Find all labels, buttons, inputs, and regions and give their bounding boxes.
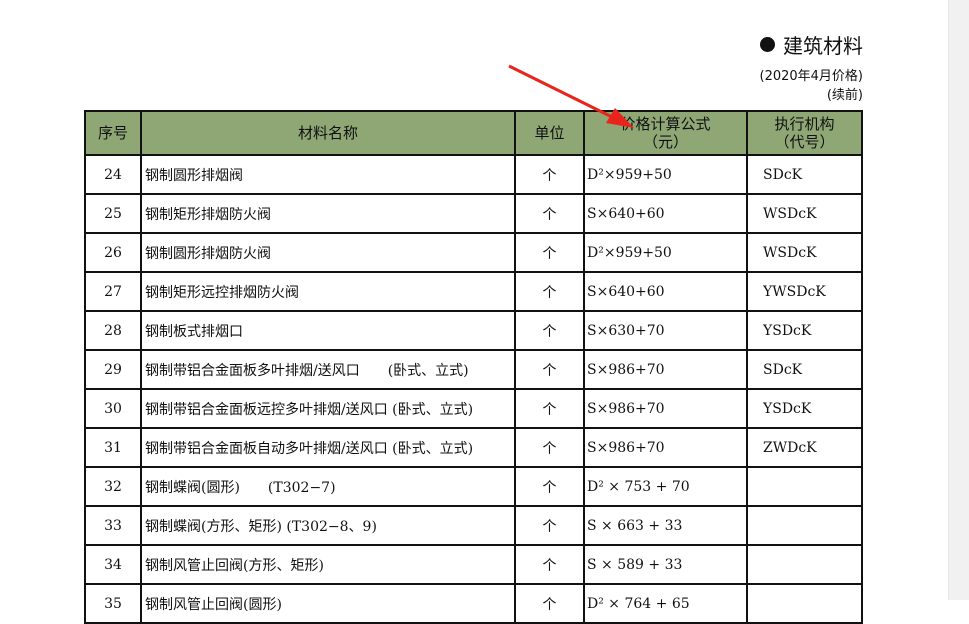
table-row: 24 钢制圆形排烟阀个 D²×959+50 SDcK	[84, 154, 863, 195]
cell-no: 32	[84, 466, 142, 507]
cell-formula: D² × 753 + 70	[583, 466, 748, 507]
cell-name: 钢制蝶阀(方形、矩形) (T302−8、9)	[140, 505, 516, 546]
cell-name: 钢制圆形排烟防火阀	[140, 232, 516, 273]
table-row: 27 钢制矩形远控排烟防火阀个 S×640+60 YWSDcK	[84, 271, 863, 312]
cell-code	[746, 583, 863, 624]
price-date-note: (2020年4月价格)	[759, 69, 864, 84]
cell-code: SDcK	[746, 349, 863, 390]
cell-formula: S × 589 + 33	[583, 544, 748, 585]
cell-no: 24	[84, 154, 142, 195]
cell-name: 钢制带铝合金面板远控多叶排烟/送风口 (卧式、立式)	[140, 388, 516, 429]
cell-code: WSDcK	[746, 232, 863, 273]
cell-unit: 个	[514, 583, 585, 624]
cell-formula: D²×959+50	[583, 232, 748, 273]
cell-name: 钢制板式排烟口	[140, 310, 516, 351]
cell-formula: S×630+70	[583, 310, 748, 351]
cell-unit: 个	[514, 232, 585, 273]
cell-unit: 个	[514, 154, 585, 195]
cell-name: 钢制带铝合金面板多叶排烟/送风口 (卧式、立式)	[140, 349, 516, 390]
table-row: 33 钢制蝶阀(方形、矩形) (T302−8、9) 个 S × 663 + 33	[84, 505, 863, 546]
table-row: 30 钢制带铝合金面板远控多叶排烟/送风口 (卧式、立式) 个 S×986+70 YSD…	[84, 388, 863, 429]
cell-code	[746, 505, 863, 546]
table-row: 32 钢制蝶阀(圆形) (T302−7) 个 D² × 753 + 70	[84, 466, 863, 507]
table-row: 26 钢制圆形排烟防火阀个 D²×959+50 WSDcK	[84, 232, 863, 273]
cell-unit: 个	[514, 193, 585, 234]
cell-formula: S×986+70	[583, 427, 748, 468]
cell-unit: 个	[514, 310, 585, 351]
table-row: 25 钢制矩形排烟防火阀个 S×640+60 WSDcK	[84, 193, 863, 234]
cell-unit: 个	[514, 349, 585, 390]
cell-name: 钢制圆形排烟阀	[140, 154, 516, 195]
cell-code: WSDcK	[746, 193, 863, 234]
cell-unit: 个	[514, 388, 585, 429]
table-row: 28 钢制板式排烟口个 S×630+70 YSDcK	[84, 310, 863, 351]
cell-name: 钢制风管止回阀(方形、矩形)	[140, 544, 516, 585]
cell-no: 34	[84, 544, 142, 585]
cell-formula: D²×959+50	[583, 154, 748, 195]
cell-unit: 个	[514, 505, 585, 546]
cell-no: 27	[84, 271, 142, 312]
price-table: 序号 材料名称 单位 价格计算公式 （元） 执行机构 （代号） 24 钢制圆形排烟…	[84, 110, 863, 624]
cell-code	[746, 466, 863, 507]
cell-unit: 个	[514, 466, 585, 507]
cell-no: 26	[84, 232, 142, 273]
cell-unit: 个	[514, 271, 585, 312]
header-agency-line1: 执行机构	[774, 115, 835, 133]
header-no: 序号	[84, 110, 142, 156]
cell-formula: S×986+70	[583, 349, 748, 390]
header-formula: 价格计算公式 （元）	[583, 110, 748, 156]
cell-no: 35	[84, 583, 142, 624]
cell-formula: S×640+60	[583, 193, 748, 234]
cell-code: SDcK	[746, 154, 863, 195]
header-unit: 单位	[514, 110, 585, 156]
table-body: 24 钢制圆形排烟阀个 D²×959+50 SDcK 25 钢制矩形排烟防火阀个 S×640…	[84, 154, 863, 624]
cell-unit: 个	[514, 544, 585, 585]
cell-name: 钢制矩形远控排烟防火阀	[140, 271, 516, 312]
continued-note: (续前)	[826, 88, 863, 103]
cell-no: 33	[84, 505, 142, 546]
table-row: 35 钢制风管止回阀(圆形) 个 D² × 764 + 65	[84, 583, 863, 624]
cell-unit: 个	[514, 427, 585, 468]
cell-name: 钢制矩形排烟防火阀	[140, 193, 516, 234]
section-title: 建筑材料	[760, 30, 863, 59]
cell-code: YSDcK	[746, 388, 863, 429]
cell-formula: S×640+60	[583, 271, 748, 312]
header-agency-line2: （代号）	[774, 133, 835, 151]
header-formula-line2: （元）	[642, 133, 688, 151]
cell-formula: S × 663 + 33	[583, 505, 748, 546]
cell-name: 钢制蝶阀(圆形) (T302−7)	[140, 466, 516, 507]
cell-code: YSDcK	[746, 310, 863, 351]
table-row: 29 钢制带铝合金面板多叶排烟/送风口 (卧式、立式) 个 S×986+70 SDcK	[84, 349, 863, 390]
cell-no: 30	[84, 388, 142, 429]
cell-formula: S×986+70	[583, 388, 748, 429]
vertical-scrollbar[interactable]	[948, 0, 969, 600]
bullet-icon	[760, 37, 775, 52]
section-title-text: 建筑材料	[783, 34, 863, 58]
header-agency: 执行机构 （代号）	[746, 110, 863, 156]
header-formula-line1: 价格计算公式	[620, 115, 711, 133]
cell-code	[746, 544, 863, 585]
table-header-row: 序号 材料名称 单位 价格计算公式 （元） 执行机构 （代号）	[84, 110, 863, 156]
cell-no: 25	[84, 193, 142, 234]
table-row: 34 钢制风管止回阀(方形、矩形) 个 S × 589 + 33	[84, 544, 863, 585]
cell-name: 钢制风管止回阀(圆形)	[140, 583, 516, 624]
cell-no: 29	[84, 349, 142, 390]
table-row: 31 钢制带铝合金面板自动多叶排烟/送风口 (卧式、立式) 个 S×986+70 ZWD…	[84, 427, 863, 468]
header-name: 材料名称	[140, 110, 516, 156]
cell-no: 28	[84, 310, 142, 351]
section-header: 建筑材料 (2020年4月价格) (续前)	[760, 30, 864, 105]
cell-no: 31	[84, 427, 142, 468]
cell-name: 钢制带铝合金面板自动多叶排烟/送风口 (卧式、立式)	[140, 427, 516, 468]
cell-formula: D² × 764 + 65	[583, 583, 748, 624]
cell-code: ZWDcK	[746, 427, 863, 468]
cell-code: YWSDcK	[746, 271, 863, 312]
